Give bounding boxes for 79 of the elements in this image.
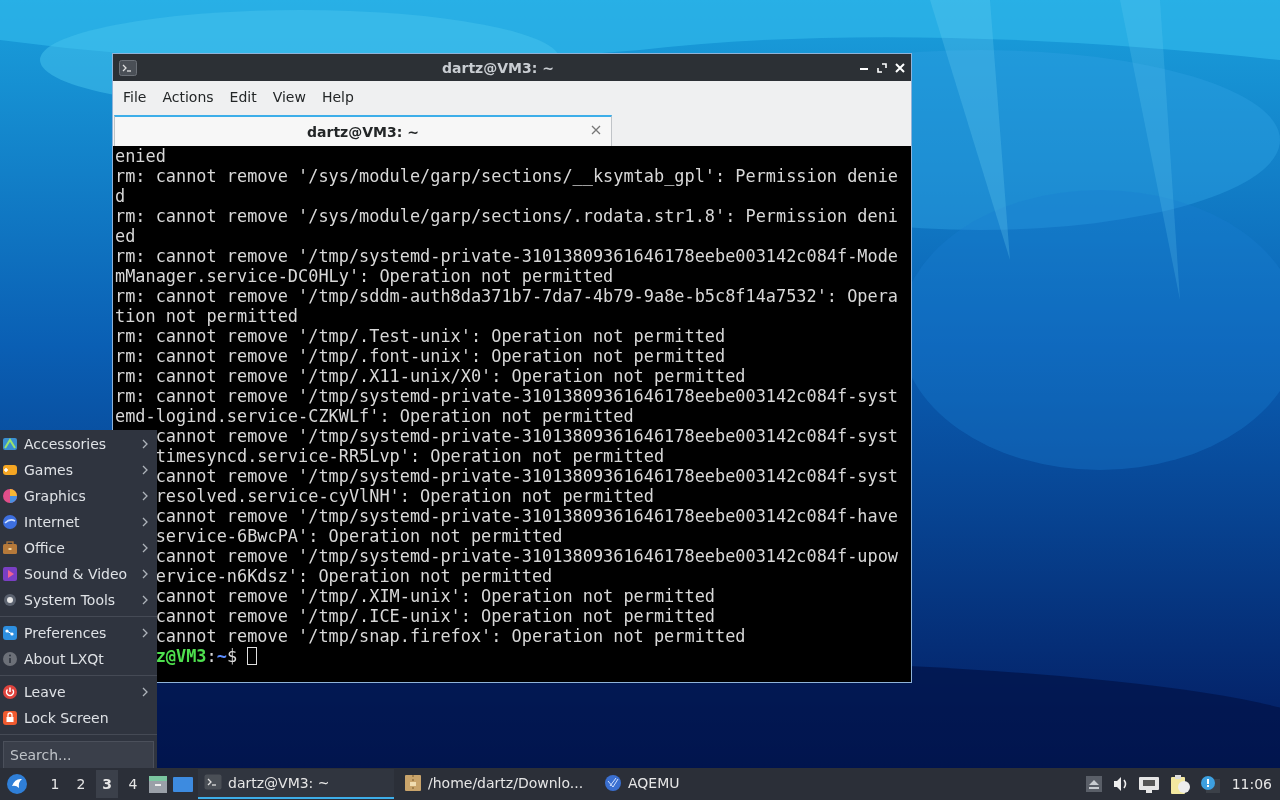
workspace-button[interactable]: 2 (70, 770, 92, 798)
terminal-line: mManager.service-DC0HLy': Operation not permitted (115, 266, 615, 286)
file-cabinet-icon[interactable] (148, 774, 168, 794)
menu-item[interactable]: Leave (0, 679, 157, 705)
terminal-line: rm: cannot remove '/sys/module/garp/sections/.rodata.str1.8': Permission deni (115, 206, 899, 226)
media-icon (2, 566, 18, 582)
terminal-line: d (115, 186, 127, 206)
terminal-line: ed (115, 226, 137, 246)
terminal-line: emd-logind.service-CZKWLf': Operation not permitted (115, 406, 635, 426)
terminal-line: cannot remove '/tmp/.XIM-unix': Operation not permitted (154, 586, 716, 606)
menu-item[interactable]: File (115, 85, 155, 109)
terminal-line: timesyncd.service-RR5Lvp': Operation not permitted (154, 446, 666, 466)
search-field[interactable]: Search... (3, 741, 154, 768)
terminal-line: tion not permitted (115, 306, 300, 326)
network-icon[interactable] (1137, 775, 1160, 793)
menu-item[interactable]: Lock Screen (0, 705, 157, 731)
terminal-icon (204, 774, 222, 792)
clock: 11:06 (1231, 776, 1272, 792)
gear-icon (2, 592, 18, 608)
desktop-icon[interactable] (172, 774, 194, 794)
terminal-icon (119, 59, 137, 76)
terminal-line: rm: cannot remove '/tmp/systemd-private-31013809361646178eebe003142c084f-Mode (115, 246, 899, 266)
terminal-line: cannot remove '/tmp/.ICE-unix': Operation not permitted (154, 606, 716, 626)
task-button[interactable]: AQEMU (598, 769, 794, 799)
workspace-button[interactable]: 3 (96, 770, 118, 798)
lock-icon (2, 710, 18, 726)
menu-item[interactable]: Graphics (0, 483, 157, 509)
prompt-separator: : (206, 646, 217, 666)
menu-item[interactable]: View (264, 85, 314, 109)
terminal-line: cannot remove '/tmp/snap.firefox': Operation not permitted (154, 626, 747, 646)
tab[interactable]: dartz@VM3: ~ (114, 115, 612, 146)
task-button[interactable]: /home/dartz/Downlo... (398, 769, 594, 799)
terminal-line: service-6BwcPA': Operation not permitted (154, 526, 564, 546)
terminal-line: cannot remove '/tmp/systemd-private-31013809361646178eebe003142c084f-have (154, 506, 899, 526)
terminal-line: cannot remove '/tmp/systemd-private-31013809361646178eebe003142c084f-syst (154, 426, 899, 446)
start-menu-icon[interactable] (6, 773, 28, 795)
menu-item[interactable]: Games (0, 457, 157, 483)
prompt-symbol: $ (226, 646, 238, 666)
terminal-line: enied (115, 146, 167, 166)
terminal-line: cannot remove '/tmp/systemd-private-31013809361646178eebe003142c084f-syst (154, 466, 899, 486)
terminal-line: rm: cannot remove '/tmp/sddm-auth8da371b7-7da7-4b79-9a8e-b5c8f14a7532': Opera (115, 286, 899, 306)
terminal-line: rm: cannot remove '/tmp/.X11-unix/X0': Operation not permitted (115, 366, 747, 386)
terminal-line: cannot remove '/tmp/systemd-private-31013809361646178eebe003142c084f-upow (154, 546, 899, 566)
package-icon (404, 774, 422, 792)
menu-item[interactable]: Actions (154, 85, 222, 109)
prompt-user: z@VM3 (155, 646, 207, 666)
menu-item[interactable]: Help (313, 85, 362, 109)
eject-icon[interactable] (1085, 776, 1102, 792)
terminal-line: resolved.service-cyVlNH': Operation not permitted (154, 486, 655, 506)
menu-item[interactable]: Internet (0, 509, 157, 535)
globe-icon (604, 774, 622, 792)
clipboard-icon[interactable] (1169, 774, 1190, 794)
menu-item[interactable]: Accessories (0, 431, 157, 457)
text-cursor (247, 647, 258, 665)
menu-item[interactable]: Preferences (0, 620, 157, 646)
window-title: dartz@VM3: ~ (441, 59, 555, 76)
globe-icon (2, 514, 18, 530)
menu-item[interactable]: System Tools (0, 587, 157, 613)
terminal-line: rm: cannot remove '/tmp/.Test-unix': Operation not permitted (115, 326, 727, 346)
volume-icon[interactable] (1111, 775, 1128, 793)
terminal-line: rm: cannot remove '/sys/module/garp/sections/__ksymtab_gpl': Permission denie (115, 166, 899, 186)
palette-icon (2, 488, 18, 504)
power-icon (2, 684, 18, 700)
workspace-button[interactable]: 4 (122, 770, 144, 798)
maximize-icon[interactable] (877, 62, 887, 73)
accessories-icon (2, 436, 18, 452)
menu-item[interactable]: About LXQt (0, 646, 157, 672)
menu-item[interactable]: Edit (221, 85, 265, 109)
workspace-button[interactable]: 1 (44, 770, 66, 798)
terminal-line: rm: cannot remove '/tmp/.font-unix': Operation not permitted (115, 346, 727, 366)
terminal-line: rm: cannot remove '/tmp/systemd-private-31013809361646178eebe003142c084f-syst (115, 386, 899, 406)
task-button[interactable]: dartz@VM3: ~ (198, 769, 394, 799)
prompt-path: ~ (216, 646, 227, 666)
preferences-icon (2, 625, 18, 641)
menu-item[interactable]: Sound & Video (0, 561, 157, 587)
briefcase-icon (2, 540, 18, 556)
menu-item[interactable]: Office (0, 535, 157, 561)
notification-icon[interactable] (1199, 775, 1220, 793)
gamepad-icon (2, 462, 18, 478)
